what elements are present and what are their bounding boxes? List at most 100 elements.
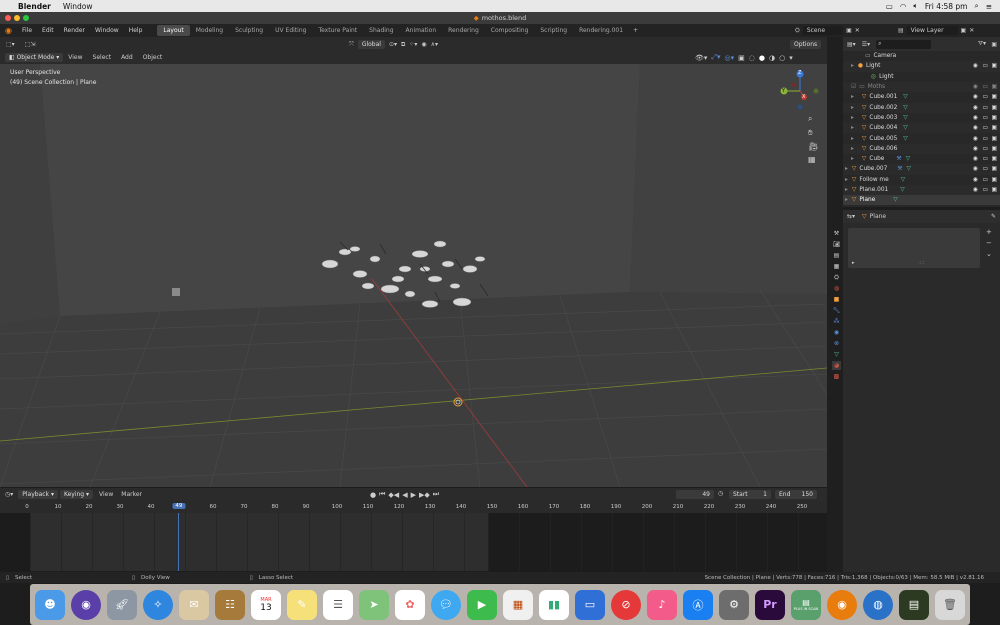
- visibility-eye-icon[interactable]: ◉: [973, 166, 978, 172]
- object-type-icon[interactable]: ▽: [859, 213, 870, 220]
- premiere-pro-icon[interactable]: Pr: [755, 589, 785, 620]
- tab-layout[interactable]: Layout: [157, 25, 190, 36]
- new-collection-icon[interactable]: ▣: [991, 41, 997, 48]
- properties-editor-icon[interactable]: ⇆▾: [843, 213, 859, 220]
- jump-start-icon[interactable]: ⏮: [379, 490, 385, 499]
- tab-animation[interactable]: Animation: [400, 25, 443, 36]
- material-slot-list[interactable]: ▸ ::::: [848, 228, 980, 268]
- orientation-dropdown[interactable]: Global: [357, 40, 385, 49]
- editor-type-icon[interactable]: ⬚▾: [0, 41, 21, 48]
- snap-target-icon[interactable]: ⁘▾: [409, 41, 417, 48]
- blender-dock-icon[interactable]: ◉: [827, 589, 857, 620]
- tab-uv-editing[interactable]: UV Editing: [269, 25, 312, 36]
- keynote-icon[interactable]: ▭: [575, 589, 605, 620]
- visibility-eye-icon[interactable]: ◉: [973, 146, 978, 152]
- outliner-row-light-data[interactable]: ◎ Light: [843, 72, 1000, 82]
- output-tab-icon[interactable]: ▤: [832, 251, 841, 260]
- network-globe-icon[interactable]: ◍: [863, 589, 893, 620]
- render-camera-icon[interactable]: ▣: [992, 63, 997, 69]
- render-camera-icon[interactable]: ▣: [992, 177, 997, 183]
- notes-icon[interactable]: ✎: [287, 589, 317, 620]
- tab-rendering-001[interactable]: Rendering.001: [573, 25, 629, 36]
- menu-edit[interactable]: Edit: [37, 27, 59, 34]
- outliner-row-cube[interactable]: ▸ ▽ Cube ⚒ ▽ ◉ ▭ ▣: [843, 154, 1000, 164]
- timeline-ruler[interactable]: 0 10 20 30 40 49 60 70 80 90 100 110 120…: [0, 501, 827, 513]
- options-dropdown[interactable]: Options: [790, 40, 822, 49]
- zoom-icon[interactable]: ⌕: [808, 114, 818, 124]
- render-camera-icon[interactable]: ▣: [992, 146, 997, 152]
- menu-render[interactable]: Render: [59, 27, 90, 34]
- texture-tab-icon[interactable]: ▩: [832, 372, 841, 381]
- render-camera-icon[interactable]: ▣: [992, 84, 997, 90]
- tab-shading[interactable]: Shading: [363, 25, 399, 36]
- minimize-window-button[interactable]: [14, 15, 20, 21]
- messages-icon[interactable]: 💬︎: [431, 589, 461, 620]
- visibility-eye-icon[interactable]: ◉: [973, 136, 978, 142]
- new-scene-icon[interactable]: ▣: [846, 27, 852, 34]
- app-store-icon[interactable]: Ⓐ: [683, 589, 713, 620]
- viewport-disable-icon[interactable]: ▭: [983, 156, 988, 162]
- viewport-disable-icon[interactable]: ▭: [983, 94, 988, 100]
- particles-tab-icon[interactable]: ⁂: [832, 317, 841, 326]
- outliner-row-cube-001[interactable]: ▸ ▽ Cube.001 ▽ ◉ ▭ ▣: [843, 92, 1000, 102]
- safari-icon[interactable]: ✧: [143, 589, 173, 620]
- visibility-eye-icon[interactable]: ◉: [973, 115, 978, 121]
- shading-options-icon[interactable]: ▾: [789, 54, 793, 62]
- visibility-eye-icon[interactable]: ◉: [973, 156, 978, 162]
- navigation-gizmo[interactable]: Z Y X: [778, 69, 823, 114]
- render-tab-icon[interactable]: 📷︎: [832, 240, 841, 249]
- siri-icon[interactable]: ◉: [71, 589, 101, 620]
- visibility-eye-icon[interactable]: ◉: [973, 105, 978, 111]
- overlay-toggle-icon[interactable]: ◎▾: [725, 54, 735, 62]
- slot-menu-icon[interactable]: ⌄: [986, 250, 992, 258]
- material-shading-icon[interactable]: ◑: [769, 54, 775, 62]
- snap-icon[interactable]: ⧉: [401, 41, 405, 49]
- outliner-row-cube-004[interactable]: ▸ ▽ Cube.004 ▽ ◉ ▭ ▣: [843, 123, 1000, 134]
- numbers-icon[interactable]: ▮▮: [539, 589, 569, 620]
- modifier-tab-icon[interactable]: 🔧︎: [832, 306, 841, 315]
- visibility-eye-icon[interactable]: ◉: [973, 84, 978, 90]
- xray-toggle-icon[interactable]: ▣: [738, 54, 745, 62]
- list-resize-handle[interactable]: ::::: [918, 260, 925, 266]
- outliner-row-cube-002[interactable]: ▸ ▽ Cube.002 ▽ ◉ ▭ ▣: [843, 102, 1000, 113]
- tab-modeling[interactable]: Modeling: [190, 25, 229, 36]
- scanner-icon[interactable]: ▤ PLUS IN SCAN: [791, 589, 821, 620]
- select-box-icon[interactable]: ⬚⇲: [21, 41, 40, 48]
- render-camera-icon[interactable]: ▣: [992, 105, 997, 111]
- reminders-icon[interactable]: ☰: [323, 589, 353, 620]
- viewport-disable-icon[interactable]: ▭: [983, 125, 988, 131]
- app-menu-blender[interactable]: Blender: [18, 2, 51, 11]
- outliner-row-cube-003[interactable]: ▸ ▽ Cube.003 ▽ ◉ ▭ ▣: [843, 113, 1000, 123]
- notification-icon[interactable]: ≡: [986, 2, 992, 11]
- render-camera-icon[interactable]: ▣: [992, 136, 997, 142]
- render-camera-icon[interactable]: ▣: [992, 166, 997, 172]
- outliner-row-cube-007[interactable]: ▸ ▽ Cube.007 ⚒ ▽ ◉ ▭ ▣: [843, 164, 1000, 175]
- pan-hand-icon[interactable]: ✋︎: [808, 128, 818, 138]
- add-workspace-icon[interactable]: +: [629, 27, 642, 34]
- timeline-menu-keying[interactable]: Keying ▾: [59, 490, 94, 499]
- scene-icon[interactable]: ⛭: [795, 27, 800, 35]
- orientation-icon[interactable]: ⤧: [349, 41, 354, 49]
- visibility-eye-icon[interactable]: ◉: [973, 125, 978, 131]
- 3d-cursor[interactable]: [453, 397, 463, 407]
- render-camera-icon[interactable]: ▣: [992, 94, 997, 100]
- outliner-row-follow-me[interactable]: ▸ ▽ Follow me ▽ ◉ ▭ ▣: [843, 175, 1000, 185]
- viewport-disable-icon[interactable]: ▭: [983, 146, 988, 152]
- pivot-icon[interactable]: ⊙▾: [389, 41, 397, 48]
- tab-scripting[interactable]: Scripting: [534, 25, 573, 36]
- small-cube[interactable]: [172, 288, 180, 296]
- viewport-menu-view[interactable]: View: [63, 54, 87, 61]
- viewport-disable-icon[interactable]: ▭: [983, 177, 988, 183]
- object-tab-icon[interactable]: ■: [832, 295, 841, 304]
- viewport-scene[interactable]: [0, 64, 827, 487]
- data-tab-icon[interactable]: ▽: [832, 350, 841, 359]
- visibility-eye-icon[interactable]: ◉: [973, 187, 978, 193]
- tab-compositing[interactable]: Compositing: [485, 25, 535, 36]
- photo-booth-icon[interactable]: ▦: [503, 589, 533, 620]
- system-preferences-icon[interactable]: ⚙: [719, 589, 749, 620]
- menu-help[interactable]: Help: [124, 27, 148, 34]
- list-expand-icon[interactable]: ▸: [852, 260, 855, 266]
- mail-icon[interactable]: ✉: [179, 589, 209, 620]
- outliner-row-plane-001[interactable]: ▸ ▽ Plane.001 ▽ ◉ ▭ ▣: [843, 184, 1000, 196]
- play-icon[interactable]: ▶: [411, 491, 416, 499]
